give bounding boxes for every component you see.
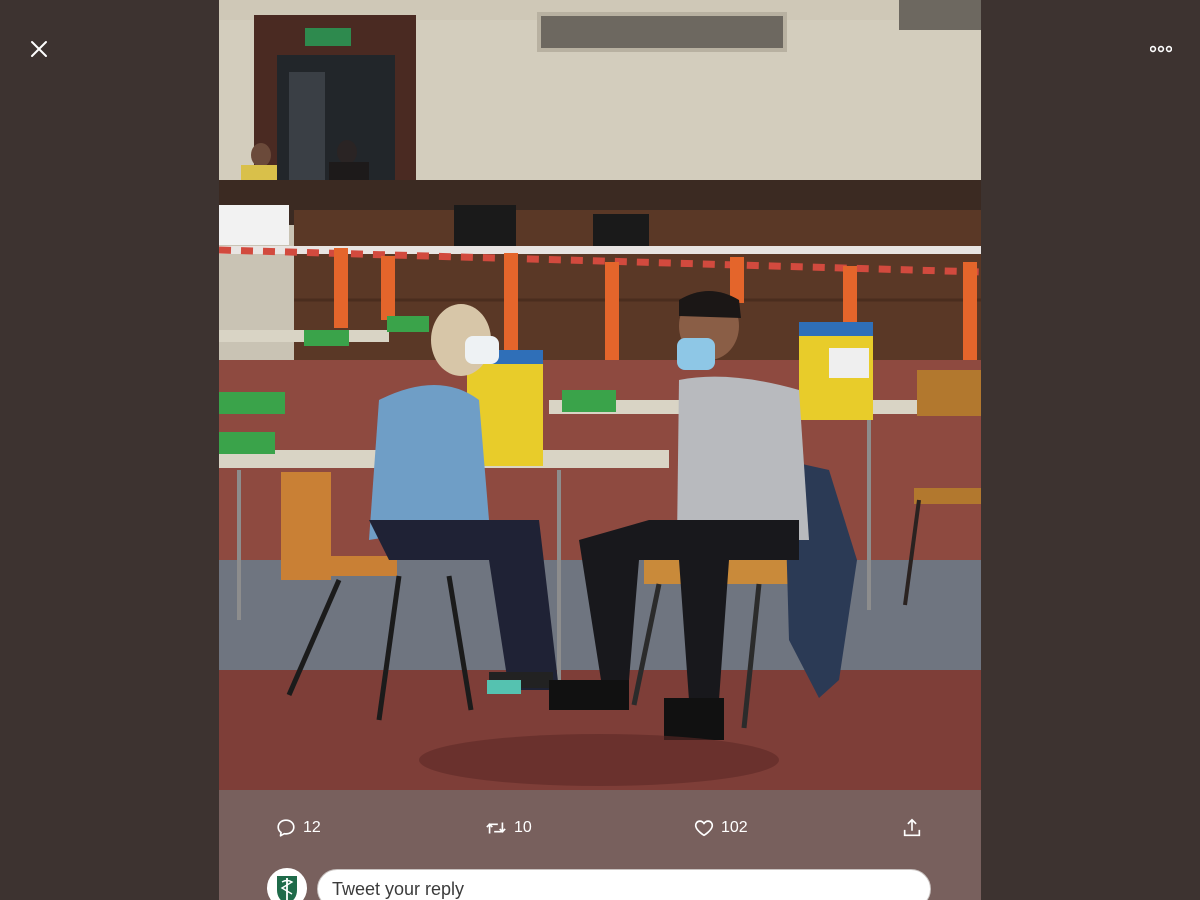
- reply-placeholder: Tweet your reply: [332, 879, 465, 899]
- reply-button[interactable]: 12: [275, 814, 321, 842]
- user-avatar[interactable]: [267, 868, 307, 900]
- retweet-button[interactable]: 10: [484, 814, 532, 842]
- more-options-button[interactable]: [1142, 32, 1180, 66]
- like-button[interactable]: 102: [693, 814, 748, 842]
- share-button[interactable]: [901, 814, 923, 842]
- like-count: 102: [721, 819, 748, 836]
- close-icon: [31, 41, 47, 57]
- tweet-action-bar: 12 10 102 Tweet your reply: [219, 790, 981, 900]
- vaccination-hall-image: [219, 0, 981, 900]
- heart-icon: [694, 820, 714, 837]
- media-viewer: 12 10 102 Tweet your reply: [0, 0, 1200, 900]
- more-horizontal-icon: [1150, 45, 1172, 53]
- reply-icon: [277, 819, 295, 837]
- retweet-icon: [486, 822, 506, 834]
- caduceus-avatar-icon: [277, 876, 297, 900]
- close-button[interactable]: [22, 32, 56, 66]
- reply-input[interactable]: Tweet your reply: [317, 869, 931, 900]
- reply-count: 12: [303, 819, 321, 836]
- tweet-photo[interactable]: [219, 0, 981, 900]
- retweet-count: 10: [514, 819, 532, 836]
- share-icon: [903, 818, 921, 837]
